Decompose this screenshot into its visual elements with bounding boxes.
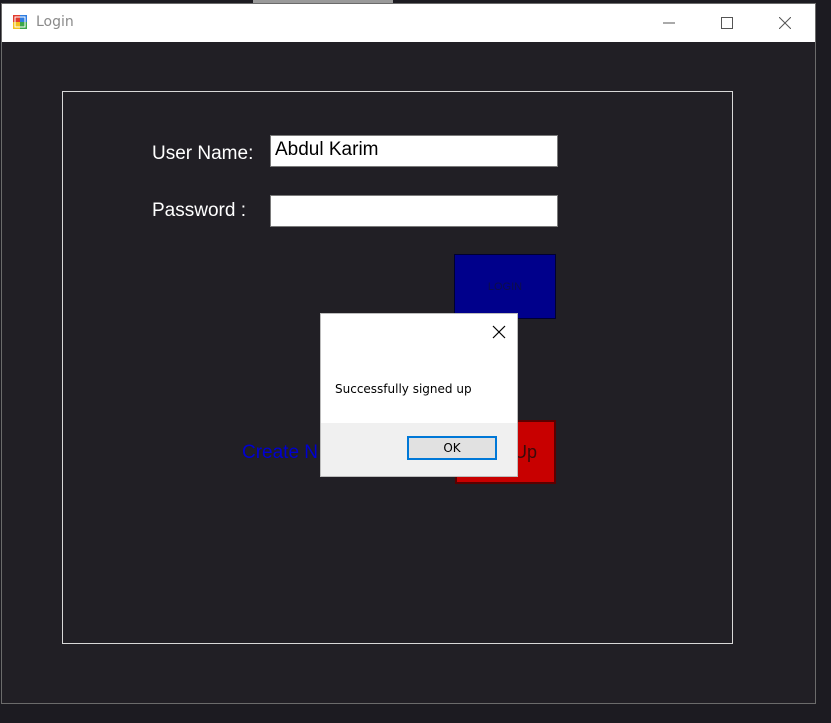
close-icon[interactable] (491, 324, 507, 340)
password-label: Password : (152, 200, 246, 221)
username-label: User Name: (152, 143, 254, 164)
username-field[interactable]: Abdul Karim (270, 135, 558, 167)
create-account-link[interactable]: Create N (242, 442, 318, 464)
ok-button[interactable]: OK (407, 436, 497, 460)
dialog-message: Successfully signed up (335, 382, 472, 396)
login-window: Login User Name: Abdul Karim Password : … (1, 3, 816, 704)
minimize-button[interactable] (640, 4, 698, 42)
close-button[interactable] (756, 4, 814, 42)
maximize-icon (721, 17, 733, 29)
password-field[interactable] (270, 195, 558, 227)
close-icon (779, 17, 791, 29)
title-bar[interactable]: Login (2, 4, 815, 42)
login-button[interactable]: LOGIN (454, 254, 556, 319)
dialog-footer: OK (321, 423, 517, 476)
minimize-icon (663, 22, 675, 24)
window-title: Login (36, 14, 74, 30)
message-dialog: Successfully signed up OK (320, 313, 518, 477)
app-icon (13, 15, 27, 29)
maximize-button[interactable] (698, 4, 756, 42)
